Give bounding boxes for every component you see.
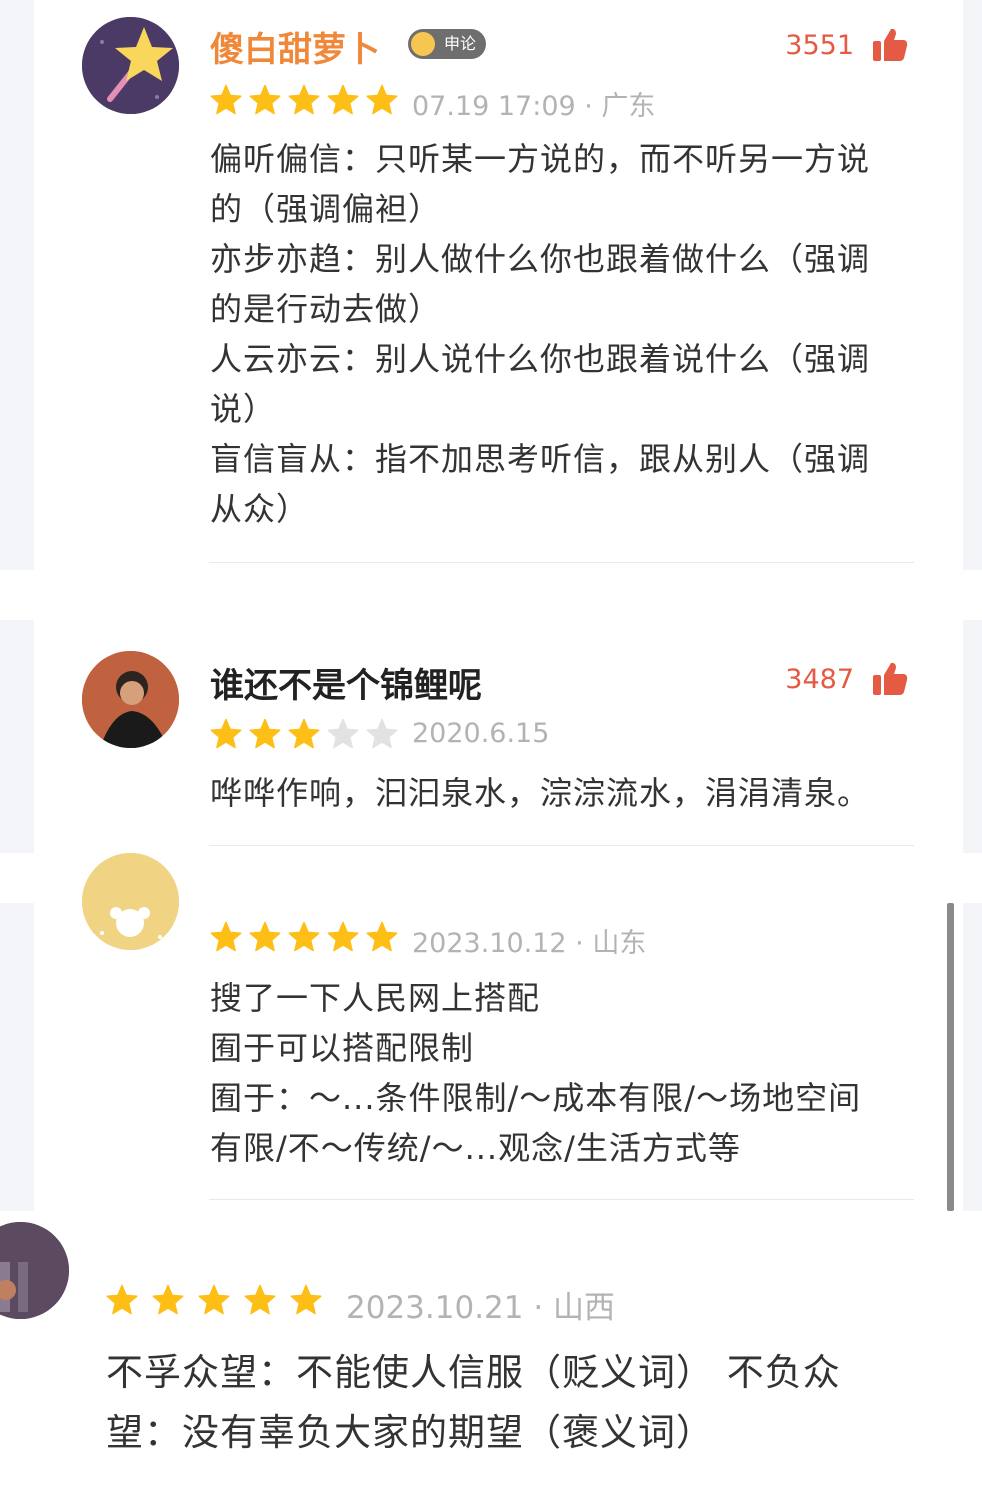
comment-card: 2023.10.12 · 山东 搜了一下人民网上搭配 囿于可以搭配限制囿于：～.… xyxy=(34,853,963,1211)
avatar-star-wand-icon xyxy=(82,17,179,114)
star-icon xyxy=(327,921,359,952)
star-rating xyxy=(210,84,410,118)
star-icon xyxy=(210,921,242,952)
star-icon xyxy=(288,84,320,115)
thumbs-up-icon[interactable] xyxy=(870,659,910,699)
comment-text-line: 囿于：～...条件限制/～成本有限/～场地空间 xyxy=(210,1079,862,1117)
star-rating xyxy=(210,921,410,955)
avatar[interactable] xyxy=(82,651,179,748)
username[interactable]: 傻白甜萝卜 xyxy=(210,22,380,71)
comment-card: 傻白甜萝卜 申论 3551 07.19 17:09 · 广东 偏听偏信：只听某一… xyxy=(34,0,963,570)
star-icon xyxy=(288,718,320,749)
star-icon xyxy=(249,84,281,115)
divider xyxy=(209,1199,914,1200)
gutter-right xyxy=(963,0,982,570)
star-icon xyxy=(249,718,281,749)
comment-text-line: 哗哗作响，汩汩泉水，淙淙流水，涓涓清泉。 xyxy=(210,774,871,812)
comment-text-line: 从众） xyxy=(210,490,310,528)
avatar-person-icon xyxy=(82,651,179,748)
gutter-left xyxy=(0,620,34,853)
star-icon xyxy=(106,1284,138,1315)
star-icon xyxy=(327,84,359,115)
comment-text-line: 的是行动去做） xyxy=(210,290,442,328)
avatar[interactable] xyxy=(82,853,179,950)
star-icon xyxy=(198,1284,230,1315)
avatar-portrait-icon xyxy=(0,1222,69,1319)
badge-label: 申论 xyxy=(444,34,477,53)
vip-badge-icon xyxy=(411,32,435,56)
star-rating xyxy=(106,1284,336,1318)
star-rating xyxy=(210,718,410,752)
star-icon xyxy=(249,921,281,952)
gutter-left xyxy=(0,0,34,570)
user-badge: 申论 xyxy=(408,29,487,59)
avatar[interactable] xyxy=(0,1222,69,1319)
star-icon xyxy=(366,84,398,115)
divider xyxy=(209,562,914,563)
comment-text-line: 囿于可以搭配限制 xyxy=(210,1029,475,1067)
comment-text-line: 搜了一下人民网上搭配 xyxy=(210,979,541,1017)
comment-card: 2023.10.21 · 山西 不孚众望：不能使人信服（贬义词） 不负众 望：没有… xyxy=(0,1222,982,1485)
like-count: 3487 xyxy=(785,664,854,695)
star-icon xyxy=(152,1284,184,1315)
comment-meta: 2023.10.21 · 山西 xyxy=(346,1290,616,1326)
star-icon xyxy=(327,718,359,749)
thumbs-up-icon[interactable] xyxy=(870,25,910,65)
comment-text-line: 的（强调偏袒） xyxy=(210,190,442,228)
star-icon xyxy=(244,1284,276,1315)
comment-meta: 2020.6.15 xyxy=(412,718,550,749)
gutter-right xyxy=(963,903,982,1211)
comment-text-line: 盲信盲从：指不加思考听信，跟从别人（强调 xyxy=(210,440,871,478)
star-icon xyxy=(210,84,242,115)
comment-card: 谁还不是个锦鲤呢 3487 2020.6.15 哗哗作响，汩汩泉水，淙淙流水，涓… xyxy=(34,620,963,853)
comment-text-line: 偏听偏信：只听某一方说的，而不听另一方说 xyxy=(210,140,871,178)
comment-text-line: 亦步亦趋：别人做什么你也跟着做什么（强调 xyxy=(210,240,871,278)
star-icon xyxy=(210,718,242,749)
divider xyxy=(209,845,914,846)
scrollbar-thumb[interactable] xyxy=(947,903,954,1211)
avatar-cartoon-icon xyxy=(82,853,179,950)
comment-text-line: 有限/不～传统/～...观念/生活方式等 xyxy=(210,1129,741,1167)
comment-text-line: 人云亦云：别人说什么你也跟着说什么（强调 xyxy=(210,340,871,378)
gutter-right xyxy=(963,620,982,853)
comment-text-line: 望：没有辜负大家的期望（褒义词） xyxy=(106,1411,714,1454)
comment-text-line: 不孚众望：不能使人信服（贬义词） 不负众 xyxy=(106,1351,841,1394)
comment-meta: 07.19 17:09 · 广东 xyxy=(412,91,656,122)
star-icon xyxy=(288,921,320,952)
like-count: 3551 xyxy=(785,30,854,61)
gutter-left xyxy=(0,903,34,1211)
star-icon xyxy=(290,1284,322,1315)
star-icon xyxy=(366,718,398,749)
comment-feed: 傻白甜萝卜 申论 3551 07.19 17:09 · 广东 偏听偏信：只听某一… xyxy=(0,0,982,1485)
star-icon xyxy=(366,921,398,952)
avatar[interactable] xyxy=(82,17,179,114)
username[interactable]: 谁还不是个锦鲤呢 xyxy=(210,658,482,707)
comment-text-line: 说） xyxy=(210,390,277,428)
comment-meta: 2023.10.12 · 山东 xyxy=(412,928,647,959)
